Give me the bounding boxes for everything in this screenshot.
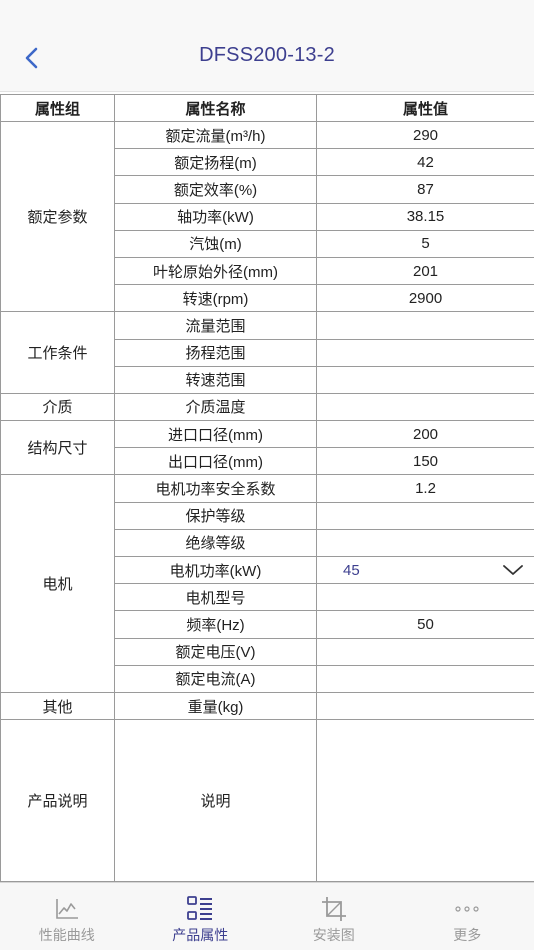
tab-label: 性能曲线: [38, 927, 95, 943]
attr-name: 叶轮原始外径(mm): [114, 256, 317, 286]
page-title: DFSS200-13-2: [199, 44, 335, 66]
attr-name: 轴功率(kW): [114, 202, 317, 231]
attr-name: 出口口径(mm): [114, 447, 317, 476]
attr-name: 流量范围: [114, 311, 317, 340]
line-chart-icon: [53, 895, 81, 923]
attr-name: 电机型号: [114, 583, 317, 612]
table-row: 结构尺寸 进口口径(mm) 200: [0, 420, 534, 476]
table-row: 额定参数 额定流量(m³/h) 290: [0, 120, 534, 313]
attr-name: 说明: [114, 719, 317, 883]
attribute-table: 属性组 属性名称 属性值 额定参数 额定流量(m³/h) 290 额定扬程(m)…: [0, 94, 534, 883]
tab-more[interactable]: 更多: [401, 883, 534, 950]
attr-value[interactable]: [316, 719, 534, 883]
attr-value[interactable]: 201: [316, 256, 534, 286]
attr-name: 额定电压(V): [114, 637, 317, 666]
motor-power-value: 45: [343, 561, 360, 579]
motor-power-select[interactable]: 45: [316, 555, 534, 585]
attr-value[interactable]: [316, 691, 534, 721]
attr-name: 额定流量(m³/h): [114, 120, 317, 150]
attr-name: 介质温度: [114, 392, 317, 422]
attr-value[interactable]: [316, 392, 534, 422]
attr-value[interactable]: [316, 528, 534, 558]
tab-product-attributes[interactable]: 产品属性: [134, 883, 268, 950]
attr-value[interactable]: 2900: [316, 284, 534, 313]
attr-name: 额定电流(A): [114, 664, 317, 693]
attr-value[interactable]: 150: [316, 447, 534, 476]
bottom-tab-bar: 性能曲线 产品属性 安装图 更多: [0, 882, 534, 950]
tab-label: 更多: [453, 927, 482, 943]
header-value: 属性值: [316, 94, 534, 122]
attr-value[interactable]: [316, 311, 534, 340]
attr-name: 绝缘等级: [114, 528, 317, 558]
table-row: 其他 重量(kg): [0, 691, 534, 721]
attr-name: 转速(rpm): [114, 284, 317, 313]
table-header-row: 属性组 属性名称 属性值: [0, 94, 534, 122]
header-name: 属性名称: [114, 94, 317, 122]
group-medium: 介质: [0, 392, 115, 422]
attr-value[interactable]: [316, 338, 534, 367]
group-structure: 结构尺寸: [0, 420, 115, 476]
attribute-table-container[interactable]: 属性组 属性名称 属性值 额定参数 额定流量(m³/h) 290 额定扬程(m)…: [0, 94, 534, 883]
attr-name: 额定扬程(m): [114, 148, 317, 177]
top-bar: DFSS200-13-2: [0, 0, 534, 92]
attr-name: 电机功率(kW): [114, 555, 317, 585]
group-rated: 额定参数: [0, 120, 115, 313]
group-other: 其他: [0, 691, 115, 721]
attr-name: 频率(Hz): [114, 610, 317, 639]
attr-name: 重量(kg): [114, 691, 317, 721]
attr-value[interactable]: 50: [316, 610, 534, 639]
attr-value[interactable]: [316, 365, 534, 394]
attr-name: 进口口径(mm): [114, 420, 317, 449]
chevron-down-icon: [503, 565, 523, 575]
attr-value[interactable]: 5: [316, 229, 534, 258]
table-row: 电机 电机功率安全系数 1.2: [0, 474, 534, 693]
attr-name: 转速范围: [114, 365, 317, 394]
tab-label: 产品属性: [172, 927, 229, 943]
attr-value[interactable]: 1.2: [316, 474, 534, 503]
group-motor: 电机: [0, 474, 115, 693]
group-working: 工作条件: [0, 311, 115, 394]
crop-icon: [320, 895, 348, 923]
attr-name: 扬程范围: [114, 338, 317, 367]
attr-value[interactable]: 38.15: [316, 202, 534, 231]
more-dots-icon: [453, 895, 481, 923]
tab-label: 安装图: [312, 927, 355, 943]
attr-value[interactable]: 200: [316, 420, 534, 449]
attr-value[interactable]: [316, 583, 534, 612]
attr-value[interactable]: [316, 637, 534, 666]
attr-name: 保护等级: [114, 501, 317, 530]
attr-value[interactable]: [316, 664, 534, 693]
attr-value[interactable]: 42: [316, 148, 534, 177]
attr-value[interactable]: 290: [316, 120, 534, 150]
tab-installation-drawing[interactable]: 安装图: [267, 883, 401, 950]
header-group: 属性组: [0, 94, 115, 122]
group-description: 产品说明: [0, 719, 115, 883]
tab-performance-curve[interactable]: 性能曲线: [0, 883, 134, 950]
list-icon: [186, 895, 214, 923]
table-row: 工作条件 流量范围: [0, 311, 534, 394]
table-row: 介质 介质温度: [0, 392, 534, 422]
attr-name: 额定效率(%): [114, 175, 317, 204]
attr-value[interactable]: [316, 501, 534, 530]
attr-name: 汽蚀(m): [114, 229, 317, 258]
attr-name: 电机功率安全系数: [114, 474, 317, 503]
attr-value[interactable]: 87: [316, 175, 534, 204]
table-row: 产品说明 说明: [0, 719, 534, 883]
